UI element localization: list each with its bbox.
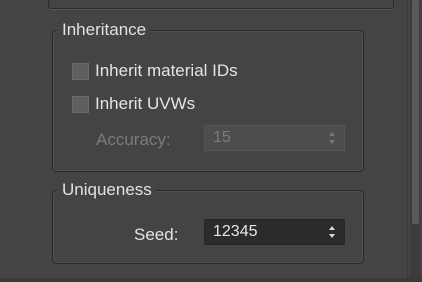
up-down-arrows-icon[interactable] — [326, 224, 338, 240]
scrollbar-thumb[interactable] — [412, 0, 419, 224]
uniqueness-group-title: Uniqueness — [58, 180, 156, 200]
inherit-uvws-row[interactable]: Inherit UVWs — [72, 94, 195, 114]
accuracy-spinner[interactable]: 15 — [204, 125, 345, 151]
previous-group-box — [48, 0, 394, 9]
up-down-arrows-icon[interactable] — [326, 130, 338, 146]
accuracy-label: Accuracy: — [96, 130, 171, 149]
inherit-uvws-checkbox[interactable] — [72, 95, 89, 113]
inherit-material-ids-row[interactable]: Inherit material IDs — [72, 61, 238, 81]
accuracy-value[interactable]: 15 — [205, 129, 326, 147]
inherit-uvws-label: Inherit UVWs — [95, 94, 196, 113]
bottom-border — [0, 278, 422, 282]
inherit-material-ids-checkbox[interactable] — [72, 62, 89, 80]
seed-spinner[interactable]: 12345 — [204, 219, 345, 245]
seed-label: Seed: — [134, 225, 179, 244]
inherit-material-ids-label: Inherit material IDs — [95, 61, 238, 80]
inheritance-group-title: Inheritance — [58, 20, 151, 40]
seed-value[interactable]: 12345 — [205, 223, 326, 241]
